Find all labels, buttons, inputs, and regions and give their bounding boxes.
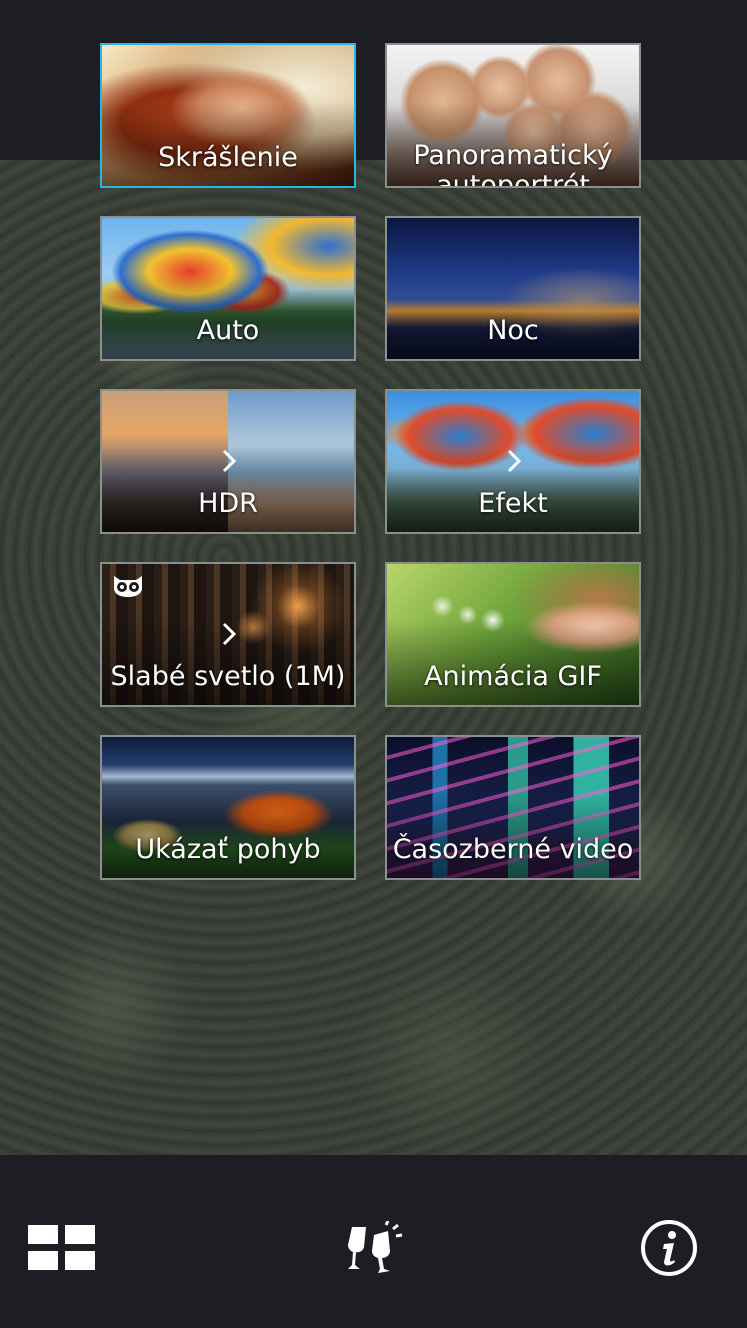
mode-label: Auto bbox=[196, 315, 260, 346]
mode-label: Skrášlenie bbox=[158, 142, 298, 173]
mode-tile-auto[interactable]: Auto bbox=[100, 216, 356, 361]
grid-view-icon[interactable] bbox=[28, 1225, 96, 1271]
mode-tile-low-light[interactable]: Slabé svetlo (1M) bbox=[100, 562, 356, 707]
mode-label: Ukázať pohyb bbox=[135, 834, 321, 865]
mode-label: Efekt bbox=[478, 488, 548, 519]
info-icon[interactable] bbox=[640, 1219, 698, 1277]
mode-tile-beauty[interactable]: Skrášlenie bbox=[100, 43, 356, 188]
chevron-right-icon bbox=[507, 449, 521, 473]
mode-label: Panoramatický autoportrét bbox=[413, 140, 613, 188]
mode-tile-hdr[interactable]: HDR bbox=[100, 389, 356, 534]
chevron-right-icon bbox=[222, 622, 236, 646]
mode-tile-panorama-selfie[interactable]: Panoramatický autoportrét bbox=[385, 43, 641, 188]
mode-tile-night[interactable]: Noc bbox=[385, 216, 641, 361]
toast-glasses-icon[interactable] bbox=[344, 1221, 406, 1275]
owl-icon bbox=[114, 576, 142, 597]
mode-label: Animácia GIF bbox=[424, 661, 602, 692]
mode-label: Časozberné video bbox=[392, 834, 634, 865]
mode-label: HDR bbox=[198, 488, 258, 519]
mode-label: Noc bbox=[487, 315, 539, 346]
mode-tile-gif-animation[interactable]: Animácia GIF bbox=[385, 562, 641, 707]
bottom-bar bbox=[0, 1155, 747, 1328]
chevron-right-icon bbox=[222, 449, 236, 473]
mode-label: Slabé svetlo (1M) bbox=[110, 661, 346, 692]
mode-tile-effect[interactable]: Efekt bbox=[385, 389, 641, 534]
camera-mode-screen: Skrášlenie Panoramatický autoportrét Aut… bbox=[0, 0, 747, 1328]
mode-tile-time-lapse[interactable]: Časozberné video bbox=[385, 735, 641, 880]
mode-tile-show-motion[interactable]: Ukázať pohyb bbox=[100, 735, 356, 880]
